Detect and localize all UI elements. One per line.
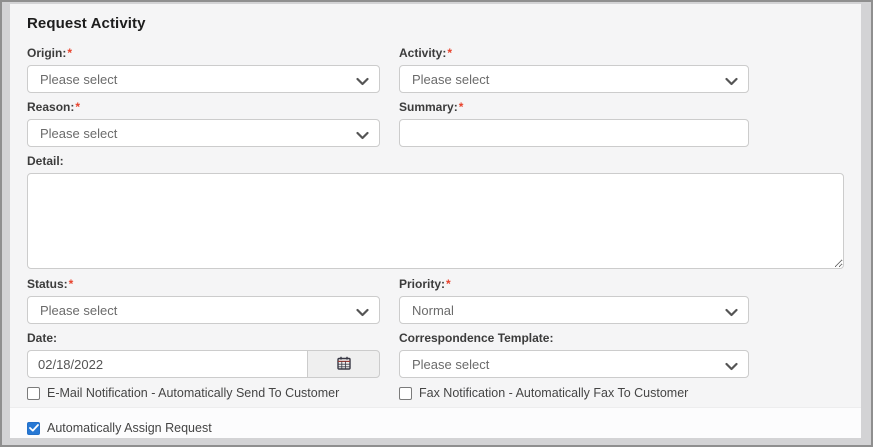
detail-label: Detail: bbox=[27, 154, 64, 168]
activity-select[interactable]: Please select bbox=[399, 65, 749, 93]
activity-label: Activity:* bbox=[399, 46, 453, 60]
email-notification-checkbox-row[interactable]: E-Mail Notification - Automatically Send… bbox=[27, 386, 380, 400]
calendar-icon bbox=[336, 356, 351, 373]
auto-assign-label: Automatically Assign Request bbox=[47, 421, 212, 435]
required-asterisk: * bbox=[458, 100, 464, 114]
auto-assign-checkbox[interactable] bbox=[27, 421, 40, 435]
chevron-down-icon bbox=[356, 129, 369, 140]
origin-label: Origin:* bbox=[27, 46, 72, 60]
date-label: Date: bbox=[27, 331, 58, 345]
correspondence-template-selected-value: Please select bbox=[412, 356, 490, 372]
form-panel: Request Activity Origin:* Please select … bbox=[10, 4, 861, 438]
priority-selected-value: Normal bbox=[412, 302, 454, 318]
reason-group: Reason:* Please select bbox=[27, 100, 380, 147]
fax-notification-checkbox[interactable] bbox=[399, 386, 412, 400]
row-date-template: Date: 02/18/2022 Correspondence Template… bbox=[27, 331, 844, 378]
correspondence-template-group: Correspondence Template: Please select bbox=[399, 331, 749, 378]
form-content: Request Activity Origin:* Please select … bbox=[10, 4, 861, 407]
page-title: Request Activity bbox=[27, 15, 146, 32]
reason-selected-value: Please select bbox=[40, 125, 118, 141]
chevron-down-icon bbox=[356, 306, 369, 317]
email-notification-label: E-Mail Notification - Automatically Send… bbox=[47, 386, 340, 400]
summary-label: Summary:* bbox=[399, 100, 464, 114]
reason-select[interactable]: Please select bbox=[27, 119, 380, 147]
fax-notification-checkbox-row[interactable]: Fax Notification - Automatically Fax To … bbox=[399, 386, 749, 400]
status-label: Status:* bbox=[27, 277, 74, 291]
date-input-group bbox=[27, 350, 380, 378]
origin-selected-value: Please select bbox=[40, 71, 118, 87]
required-asterisk: * bbox=[75, 100, 81, 114]
chevron-down-icon bbox=[725, 360, 738, 371]
origin-group: Origin:* Please select bbox=[27, 46, 380, 93]
fax-notification-label: Fax Notification - Automatically Fax To … bbox=[419, 386, 689, 400]
activity-selected-value: Please select bbox=[412, 71, 490, 87]
row-reason-summary: Reason:* Please select Summary:* bbox=[27, 100, 844, 147]
status-select[interactable]: Please select bbox=[27, 296, 380, 324]
status-group: Status:* Please select bbox=[27, 277, 380, 324]
email-notification-group: E-Mail Notification - Automatically Send… bbox=[27, 385, 380, 400]
auto-assign-checkbox-row[interactable]: Automatically Assign Request bbox=[27, 421, 844, 435]
detail-textarea[interactable] bbox=[27, 173, 844, 269]
row-origin-activity: Origin:* Please select Activity:* Please… bbox=[27, 46, 844, 93]
row-status-priority: Status:* Please select Priority:* Normal bbox=[27, 277, 844, 324]
status-selected-value: Please select bbox=[40, 302, 118, 318]
activity-group: Activity:* Please select bbox=[399, 46, 749, 93]
detail-group: Detail: bbox=[27, 154, 844, 269]
chevron-down-icon bbox=[725, 75, 738, 86]
chevron-down-icon bbox=[356, 75, 369, 86]
email-notification-checkbox[interactable] bbox=[27, 386, 40, 400]
reason-label: Reason:* bbox=[27, 100, 81, 114]
correspondence-template-label: Correspondence Template: bbox=[399, 331, 554, 345]
request-activity-window: Request Activity Origin:* Please select … bbox=[0, 0, 873, 447]
priority-label: Priority:* bbox=[399, 277, 451, 291]
required-asterisk: * bbox=[446, 277, 451, 291]
footer-bar: Automatically Assign Request bbox=[10, 407, 861, 438]
calendar-picker-button[interactable] bbox=[307, 350, 380, 378]
date-group: Date: bbox=[27, 331, 380, 378]
required-asterisk: * bbox=[447, 46, 453, 60]
chevron-down-icon bbox=[725, 306, 738, 317]
required-asterisk: * bbox=[67, 46, 72, 60]
correspondence-template-select[interactable]: Please select bbox=[399, 350, 749, 378]
row-notifications: E-Mail Notification - Automatically Send… bbox=[27, 385, 844, 400]
required-asterisk: * bbox=[68, 277, 74, 291]
date-input[interactable] bbox=[27, 350, 307, 378]
origin-select[interactable]: Please select bbox=[27, 65, 380, 93]
priority-select[interactable]: Normal bbox=[399, 296, 749, 324]
priority-group: Priority:* Normal bbox=[399, 277, 749, 324]
fax-notification-group: Fax Notification - Automatically Fax To … bbox=[399, 385, 749, 400]
summary-input[interactable] bbox=[399, 119, 749, 147]
summary-group: Summary:* bbox=[399, 100, 749, 147]
